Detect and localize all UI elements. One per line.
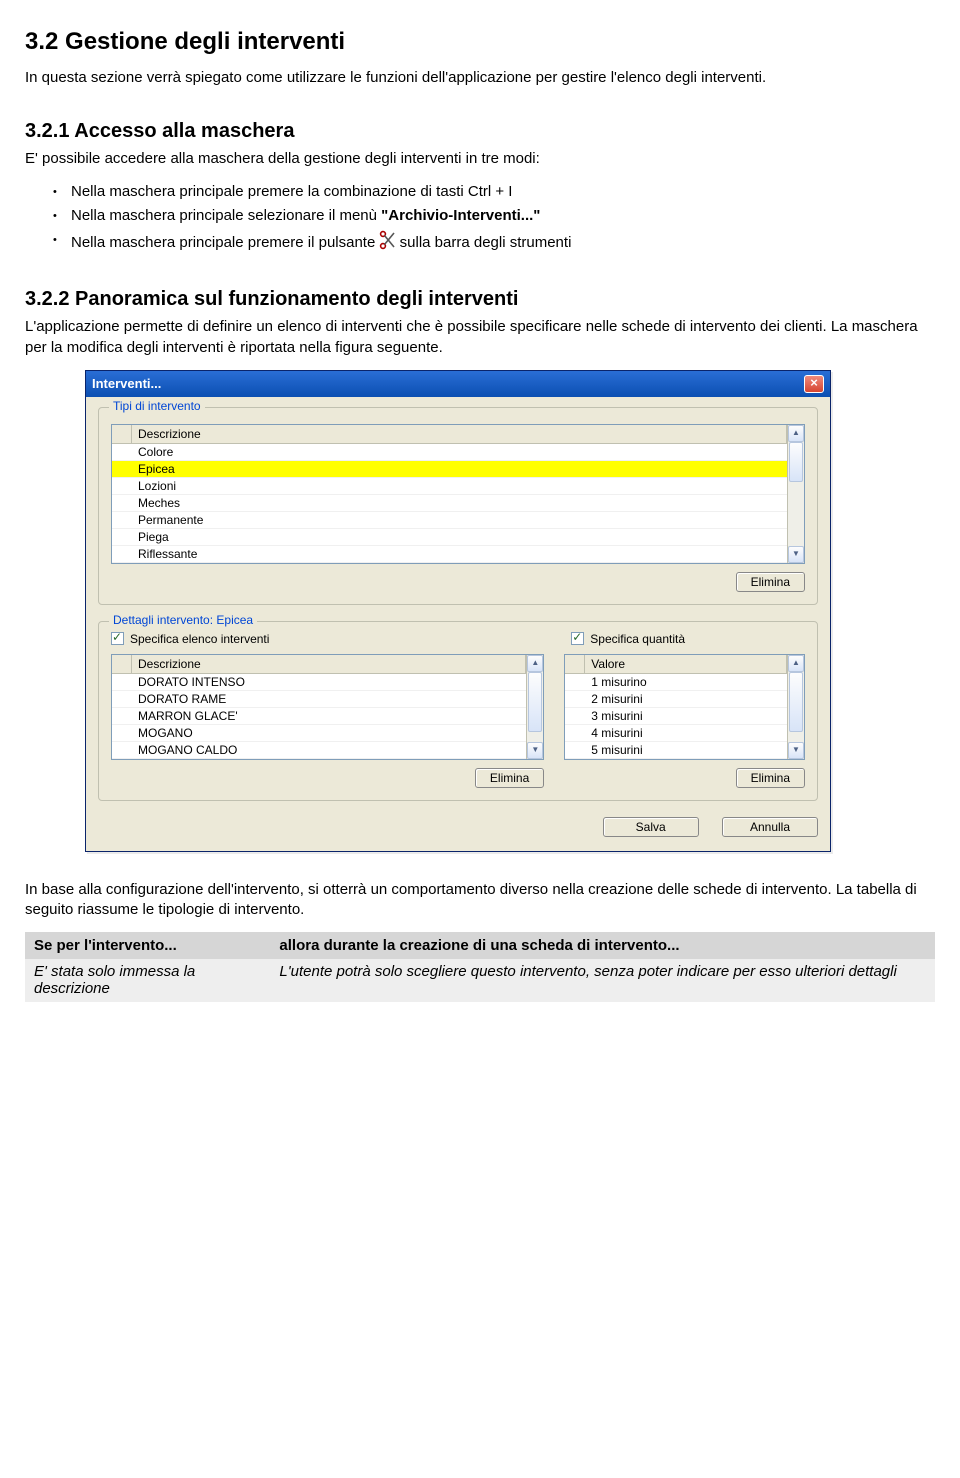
tipi-listbox[interactable]: Descrizione Colore Epicea Lozioni Meches… bbox=[111, 424, 805, 564]
scroll-down-icon[interactable]: ▼ bbox=[788, 546, 804, 563]
elenco-row[interactable]: MOGANO CALDO bbox=[132, 742, 526, 759]
tipi-scrollbar[interactable]: ▲ ▼ bbox=[787, 425, 804, 563]
elenco-row[interactable]: MARRON GLACE' bbox=[132, 708, 526, 725]
tipi-row[interactable]: Piega bbox=[132, 529, 787, 546]
scroll-thumb[interactable] bbox=[528, 672, 542, 732]
quant-scrollbar[interactable]: ▲ ▼ bbox=[787, 655, 804, 759]
heading-3-2-2: 3.2.2 Panoramica sul funzionamento degli… bbox=[25, 288, 935, 311]
access-item-2: Nella maschera principale selezionare il… bbox=[53, 206, 935, 226]
summary-th-2: allora durante la creazione di una sched… bbox=[271, 933, 935, 959]
scissors-icon bbox=[379, 230, 395, 256]
quant-row[interactable]: 1 misurino bbox=[585, 674, 787, 691]
elenco-row[interactable]: MOGANO bbox=[132, 725, 526, 742]
tipi-elimina-button[interactable]: Elimina bbox=[736, 572, 805, 592]
access-list: Nella maschera principale premere la com… bbox=[25, 182, 935, 257]
summary-th-1: Se per l'intervento... bbox=[26, 933, 271, 959]
interventi-dialog: Interventi... × Tipi di intervento bbox=[85, 370, 831, 852]
scroll-thumb[interactable] bbox=[789, 442, 803, 482]
access-item-1: Nella maschera principale premere la com… bbox=[53, 182, 935, 202]
elenco-scrollbar[interactable]: ▲ ▼ bbox=[526, 655, 543, 759]
dialog-title-text: Interventi... bbox=[92, 376, 161, 391]
elenco-elimina-button[interactable]: Elimina bbox=[475, 768, 544, 788]
elenco-row[interactable]: DORATO RAME bbox=[132, 691, 526, 708]
heading-3-2-1: 3.2.1 Accesso alla maschera bbox=[25, 120, 935, 143]
quant-elimina-button[interactable]: Elimina bbox=[736, 768, 805, 788]
annulla-button[interactable]: Annulla bbox=[722, 817, 818, 837]
p-321-lead: E' possibile accedere alla maschera dell… bbox=[25, 149, 935, 169]
chk-quantita[interactable]: Specifica quantità bbox=[571, 632, 685, 646]
tipi-col-header[interactable]: Descrizione bbox=[132, 425, 787, 444]
quant-row[interactable]: 3 misurini bbox=[585, 708, 787, 725]
quant-row[interactable]: 5 misurini bbox=[585, 742, 787, 759]
group-dettagli-legend: Dettagli intervento: Epicea bbox=[109, 613, 257, 627]
chk-quantita-label: Specifica quantità bbox=[590, 632, 685, 646]
scroll-thumb[interactable] bbox=[789, 672, 803, 732]
chk-elenco-label: Specifica elenco interventi bbox=[130, 632, 269, 646]
scroll-down-icon[interactable]: ▼ bbox=[788, 742, 804, 759]
summary-td-1: E' stata solo immessa la descrizione bbox=[26, 959, 271, 1002]
group-tipi: Tipi di intervento bbox=[98, 407, 818, 605]
intro-text: In questa sezione verrà spiegato come ut… bbox=[25, 68, 935, 88]
scroll-up-icon[interactable]: ▲ bbox=[788, 425, 804, 442]
elenco-col-header[interactable]: Descrizione bbox=[132, 655, 526, 674]
group-dettagli: Dettagli intervento: Epicea Specifica el… bbox=[98, 621, 818, 801]
salva-button[interactable]: Salva bbox=[603, 817, 699, 837]
tipi-row[interactable]: Epicea bbox=[132, 461, 787, 478]
scroll-up-icon[interactable]: ▲ bbox=[527, 655, 543, 672]
quant-row[interactable]: 2 misurini bbox=[585, 691, 787, 708]
scroll-up-icon[interactable]: ▲ bbox=[788, 655, 804, 672]
heading-3-2: 3.2 Gestione degli interventi bbox=[25, 28, 935, 56]
scroll-down-icon[interactable]: ▼ bbox=[527, 742, 543, 759]
tipi-row[interactable]: Meches bbox=[132, 495, 787, 512]
dialog-titlebar[interactable]: Interventi... × bbox=[86, 371, 830, 397]
close-icon[interactable]: × bbox=[804, 375, 824, 393]
quantita-listbox[interactable]: Valore 1 misurino 2 misurini 3 misurini … bbox=[564, 654, 805, 760]
tipi-row[interactable]: Permanente bbox=[132, 512, 787, 529]
elenco-listbox[interactable]: Descrizione DORATO INTENSO DORATO RAME M… bbox=[111, 654, 544, 760]
checkbox-icon[interactable] bbox=[571, 632, 584, 645]
p-after-dialog: In base alla configurazione dell'interve… bbox=[25, 880, 935, 921]
tipi-row[interactable]: Lozioni bbox=[132, 478, 787, 495]
summary-table: Se per l'intervento... allora durante la… bbox=[25, 932, 935, 1002]
summary-td-2: L'utente potrà solo scegliere questo int… bbox=[271, 959, 935, 1002]
elenco-row[interactable]: DORATO INTENSO bbox=[132, 674, 526, 691]
quant-col-header[interactable]: Valore bbox=[585, 655, 787, 674]
quant-row[interactable]: 4 misurini bbox=[585, 725, 787, 742]
checkbox-icon[interactable] bbox=[111, 632, 124, 645]
tipi-row[interactable]: Colore bbox=[132, 444, 787, 461]
group-tipi-legend: Tipi di intervento bbox=[109, 399, 205, 413]
tipi-row[interactable]: Riflessante bbox=[132, 546, 787, 563]
p-322: L'applicazione permette di definire un e… bbox=[25, 317, 935, 358]
access-item-3: Nella maschera principale premere il pul… bbox=[53, 230, 935, 256]
chk-elenco[interactable]: Specifica elenco interventi bbox=[111, 632, 269, 646]
